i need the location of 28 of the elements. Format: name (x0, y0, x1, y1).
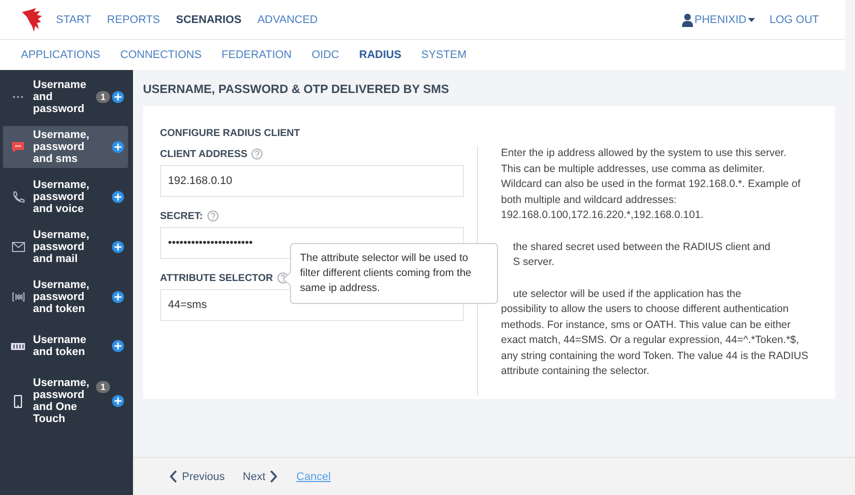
help-text: attribute containing the selector. (501, 364, 650, 379)
help-text: both multiple and wildcard addresses: (501, 192, 678, 208)
field-label: SECRET: (160, 210, 203, 222)
field-label: CLIENT ADDRESS (160, 148, 248, 160)
help-text: ute selector will be used if the application has the (512, 286, 742, 302)
help-text: S server. (512, 255, 556, 270)
scenario-label: Username and token (33, 334, 88, 358)
help-text: the shared secret used between the RADIUS client and (512, 240, 772, 254)
help-text: Wildcard can also be used in the format 192.168.0.*. Example of (501, 177, 802, 192)
help-text: This can be multiple addresses, use comma as delimiter. (501, 162, 766, 176)
help-text: Enter the ip address allowed by the system to use this server. (501, 146, 788, 161)
scenario-label: Username, password and One Touch (33, 377, 90, 425)
help-text: methods. For instance, sms or OATH. This value can be either (501, 318, 792, 332)
scenario-label: Username and password (33, 79, 88, 115)
field-label: ATTRIBUTE SELECTOR (160, 272, 273, 284)
help-text: exact match, 44=SMS. Or a regular expression, 44=^.*Token.*$, (501, 333, 800, 348)
section-title: CONFIGURE RADIUS CLIENT (160, 128, 301, 139)
count-badge: 1 (96, 381, 110, 393)
tooltip: The attribute selector will be used to filter different clients coming from the same ip address. (290, 243, 498, 304)
scenario-label: Username, password and mail (33, 229, 90, 265)
page-title: USERNAME, PASSWORD & OTP DELIVERED BY SMS (143, 82, 450, 96)
count-badge: 1 (96, 91, 110, 103)
help-text: any string containing the word Token. The value 44 is the RADIUS (501, 348, 810, 364)
scenario-label: Username, password and token (33, 279, 90, 315)
help-text: possibility to allow the users to choose different authentication (501, 302, 790, 317)
help-text: 192.168.0.100,172.16.220.*,192.168.0.101. (501, 208, 705, 223)
scenario-label: Username, password and sms (33, 129, 90, 165)
scenario-label: Username, password and voice (33, 179, 90, 215)
